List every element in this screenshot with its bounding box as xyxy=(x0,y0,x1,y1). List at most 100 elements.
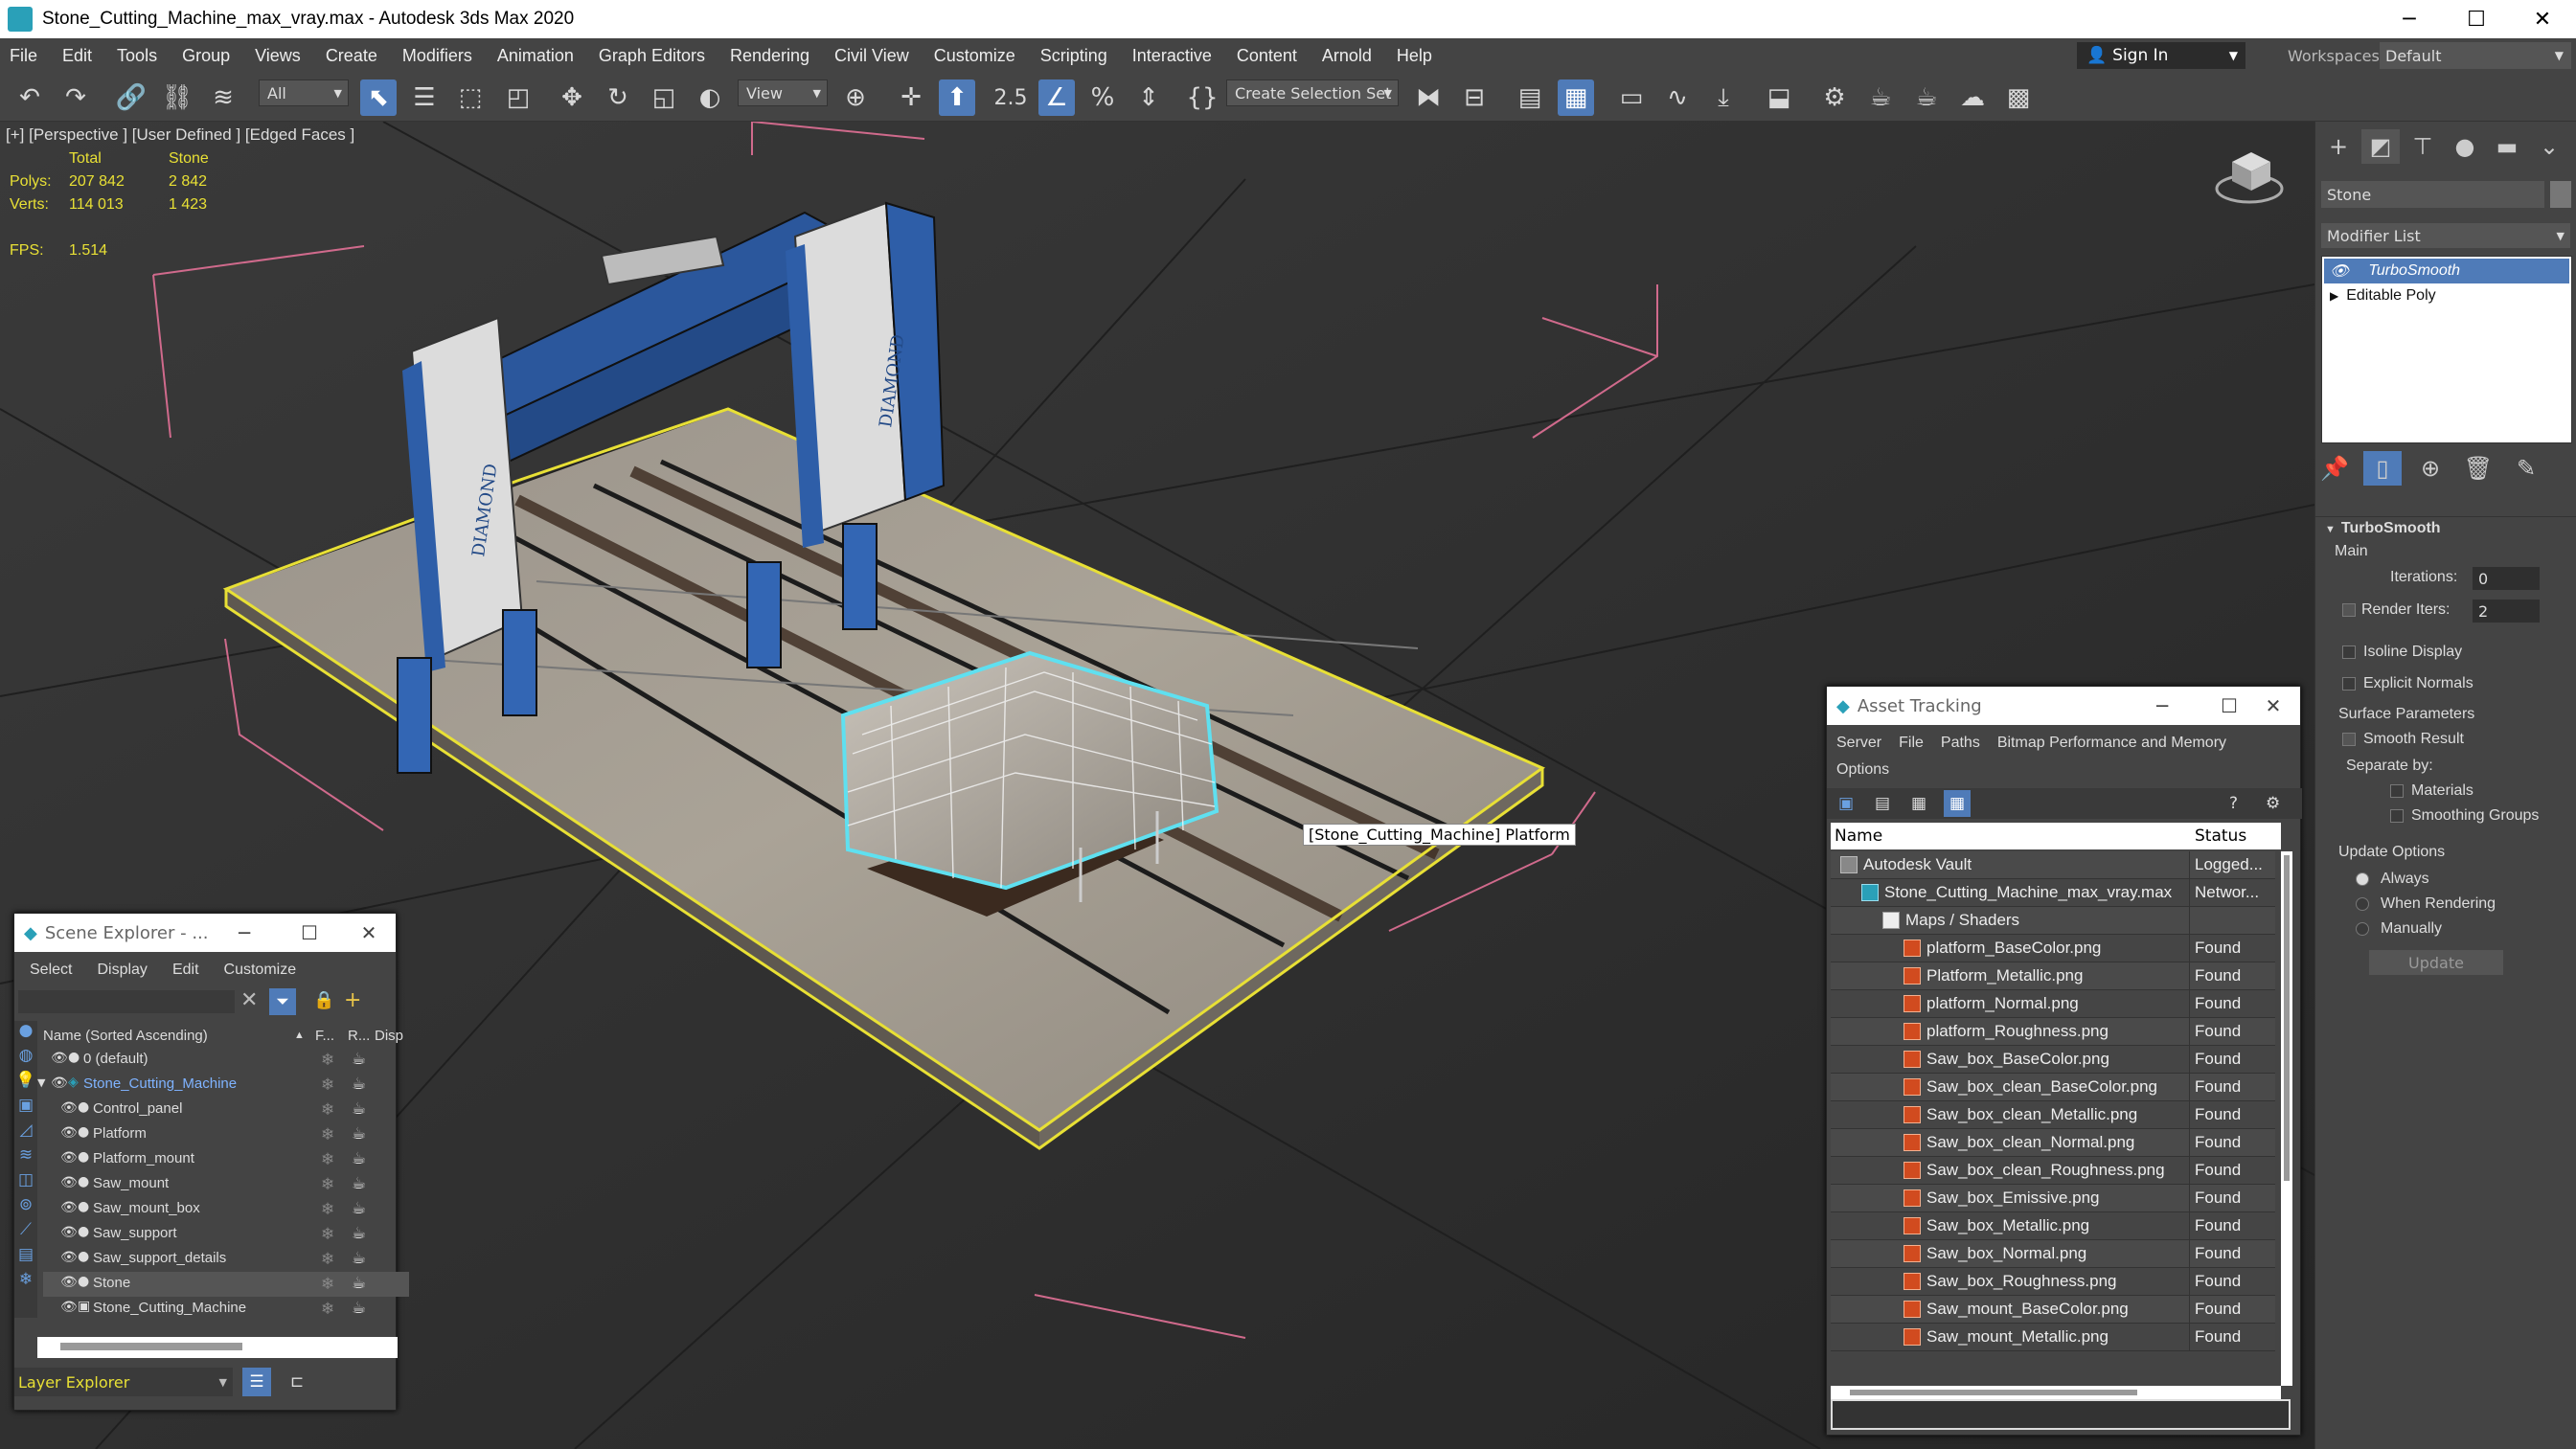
expand-arrow-icon[interactable]: ▶ xyxy=(2330,289,2338,303)
at-menu-bitmap-performance[interactable]: Bitmap Performance and Memory xyxy=(1997,735,2226,752)
a360-gallery-icon[interactable]: ▩ xyxy=(2000,79,2037,116)
toggle-scene-explorer-icon[interactable]: ▤ xyxy=(1512,79,1548,116)
asset-row[interactable]: Saw_box_Roughness.png Found xyxy=(1831,1268,2275,1296)
at-close-button[interactable]: ✕ xyxy=(2245,687,2302,725)
at-menu-file[interactable]: File xyxy=(1899,735,1924,752)
asset-row[interactable]: Saw_box_clean_Metallic.png Found xyxy=(1831,1101,2275,1129)
menu-help[interactable]: Help xyxy=(1384,46,1445,66)
se-menu-select[interactable]: Select xyxy=(30,962,72,979)
renderable-icon[interactable]: ☕ xyxy=(352,1174,366,1193)
eye-icon[interactable]: 👁 xyxy=(51,1051,68,1066)
se-close-button[interactable]: ✕ xyxy=(340,914,398,952)
select-by-name-icon[interactable]: ☰ xyxy=(406,79,443,116)
render-iters-checkbox[interactable] xyxy=(2342,603,2356,617)
make-unique-icon[interactable]: ⊕ xyxy=(2411,451,2450,486)
settings-icon[interactable]: ⚙ xyxy=(2266,794,2280,813)
layer-explorer-dropdown[interactable]: Layer Explorer ▼ xyxy=(14,1368,233,1396)
bind-space-warp-icon[interactable]: ≋ xyxy=(205,79,241,116)
col-name-header[interactable]: Name (Sorted Ascending) xyxy=(43,1028,208,1044)
sort-by-hierarchy-icon[interactable]: ⊏ xyxy=(283,1368,311,1396)
renderable-icon[interactable]: ☕ xyxy=(352,1149,366,1168)
asset-row[interactable]: Saw_box_BaseColor.png Found xyxy=(1831,1046,2275,1074)
smoothing-groups-checkbox[interactable] xyxy=(2390,809,2404,823)
filter-icon[interactable]: ⏷ xyxy=(269,988,296,1015)
remove-modifier-icon[interactable]: 🗑 xyxy=(2459,451,2497,486)
se-menu-display[interactable]: Display xyxy=(97,962,147,979)
toggle-layer-explorer-icon[interactable]: ▦ xyxy=(1558,79,1594,116)
view-list-icon[interactable]: ▤ xyxy=(1875,794,1890,813)
hierarchy-tab-icon[interactable]: ⊤ xyxy=(2404,129,2442,164)
groups-filter-icon[interactable]: ◫ xyxy=(14,1170,37,1195)
configure-modifier-sets-icon[interactable]: ✎ xyxy=(2507,451,2545,486)
scene-tree-row[interactable]: 👁 ▣ Stone_Cutting_Machine ❄ ☕ xyxy=(43,1297,409,1322)
se-maximize-button[interactable]: ☐ xyxy=(281,914,338,952)
at-horizontal-scrollbar[interactable] xyxy=(1831,1386,2281,1399)
move-icon[interactable]: ✥ xyxy=(554,79,590,116)
se-minimize-button[interactable]: ─ xyxy=(216,914,273,952)
maximize-button[interactable]: ☐ xyxy=(2443,0,2510,38)
display-tab-icon[interactable]: ▬ xyxy=(2488,129,2526,164)
containers-filter-icon[interactable]: ▤ xyxy=(14,1245,37,1270)
scene-tree-row[interactable]: 👁 ● Saw_support ❄ ☕ xyxy=(43,1222,409,1247)
lock-icon[interactable]: 🔒 xyxy=(313,990,334,1010)
scene-tree-row[interactable]: 👁 ● 0 (default) ❄ ☕ xyxy=(43,1048,409,1073)
render-iters-spinner[interactable]: 2 xyxy=(2473,600,2540,623)
keyboard-shortcut-override-icon[interactable]: ⬆ xyxy=(939,79,975,116)
asset-row[interactable]: Saw_box_clean_Roughness.png Found xyxy=(1831,1157,2275,1185)
rotate-icon[interactable]: ↻ xyxy=(600,79,636,116)
xrefs-filter-icon[interactable]: ⊚ xyxy=(14,1195,37,1220)
scale-icon[interactable]: ◱ xyxy=(646,79,682,116)
close-button[interactable]: ✕ xyxy=(2509,0,2576,38)
col-display-header[interactable]: Disp xyxy=(375,1028,403,1044)
menu-graph-editors[interactable]: Graph Editors xyxy=(586,46,718,66)
select-object-icon[interactable]: ⬉ xyxy=(360,79,397,116)
at-minimize-button[interactable]: ─ xyxy=(2133,687,2191,725)
shapes-filter-icon[interactable]: ◍ xyxy=(14,1046,37,1071)
eye-icon[interactable]: 👁 xyxy=(60,1300,78,1315)
menu-group[interactable]: Group xyxy=(170,46,242,66)
render-setup-icon[interactable]: ⚙ xyxy=(1816,79,1853,116)
always-radio[interactable] xyxy=(2356,872,2369,886)
eye-icon[interactable]: 👁 xyxy=(60,1275,78,1290)
asset-row[interactable]: Platform_Metallic.png Found xyxy=(1831,962,2275,990)
utilities-tab-icon[interactable]: ⌄ xyxy=(2530,129,2568,164)
viewport-label-menu[interactable]: [+] [Perspective ] [User Defined ] [Edge… xyxy=(6,125,354,145)
asset-row[interactable]: Stone_Cutting_Machine_max_vray.max Networ… xyxy=(1831,879,2275,907)
schematic-view-icon[interactable]: ⤓ xyxy=(1705,79,1742,116)
menu-civil-view[interactable]: Civil View xyxy=(822,46,922,66)
scene-tree-row[interactable]: 👁 ● Saw_mount ❄ ☕ xyxy=(43,1172,409,1197)
col-frozen-header[interactable]: F... xyxy=(315,1028,334,1044)
rendered-frame-window-icon[interactable]: ☕ xyxy=(1862,79,1899,116)
iterations-spinner[interactable]: 0 xyxy=(2473,567,2540,590)
window-crossing-icon[interactable]: ◰ xyxy=(500,79,536,116)
materials-checkbox[interactable] xyxy=(2390,784,2404,798)
se-menu-customize[interactable]: Customize xyxy=(224,962,297,979)
asset-row[interactable]: Saw_box_clean_BaseColor.png Found xyxy=(1831,1074,2275,1101)
material-editor-icon[interactable]: ⬓ xyxy=(1761,79,1797,116)
scene-explorer-titlebar[interactable]: ◆ Scene Explorer - ... ─ ☐ ✕ xyxy=(14,914,396,952)
view-detail-icon[interactable]: ▦ xyxy=(1911,794,1926,813)
menu-edit[interactable]: Edit xyxy=(50,46,104,66)
modify-tab-icon[interactable]: ◩ xyxy=(2361,129,2400,164)
render-production-icon[interactable]: ☕ xyxy=(1908,79,1945,116)
asset-row[interactable]: Saw_mount_BaseColor.png Found xyxy=(1831,1296,2275,1324)
view-table-icon[interactable]: ▦ xyxy=(1944,790,1971,817)
spinner-snap-icon[interactable]: ⇕ xyxy=(1130,79,1167,116)
menu-animation[interactable]: Animation xyxy=(485,46,586,66)
scene-tree-row[interactable]: 👁 ● Saw_mount_box ❄ ☕ xyxy=(43,1197,409,1222)
asset-row[interactable]: Saw_box_Normal.png Found xyxy=(1831,1240,2275,1268)
asset-row[interactable]: Maps / Shaders xyxy=(1831,907,2275,935)
turbosmooth-rollout-header[interactable]: ▼ TurboSmooth xyxy=(2325,520,2441,537)
freeze-icon[interactable]: ❄ xyxy=(321,1125,334,1144)
freeze-icon[interactable]: ❄ xyxy=(321,1300,334,1319)
smooth-result-checkbox[interactable] xyxy=(2342,733,2356,746)
rectangular-selection-icon[interactable]: ⬚ xyxy=(452,79,489,116)
spacewarps-filter-icon[interactable]: ≋ xyxy=(14,1145,37,1170)
col-render-header[interactable]: R... xyxy=(348,1028,370,1044)
object-name-field[interactable]: Stone xyxy=(2321,181,2544,208)
angle-snap-icon[interactable]: ∠ xyxy=(1038,79,1075,116)
stack-item-editable-poly[interactable]: ▶ Editable Poly xyxy=(2324,283,2569,308)
create-tab-icon[interactable]: + xyxy=(2319,129,2358,164)
menu-file[interactable]: File xyxy=(0,46,50,66)
cameras-filter-icon[interactable]: ▣ xyxy=(14,1096,37,1121)
